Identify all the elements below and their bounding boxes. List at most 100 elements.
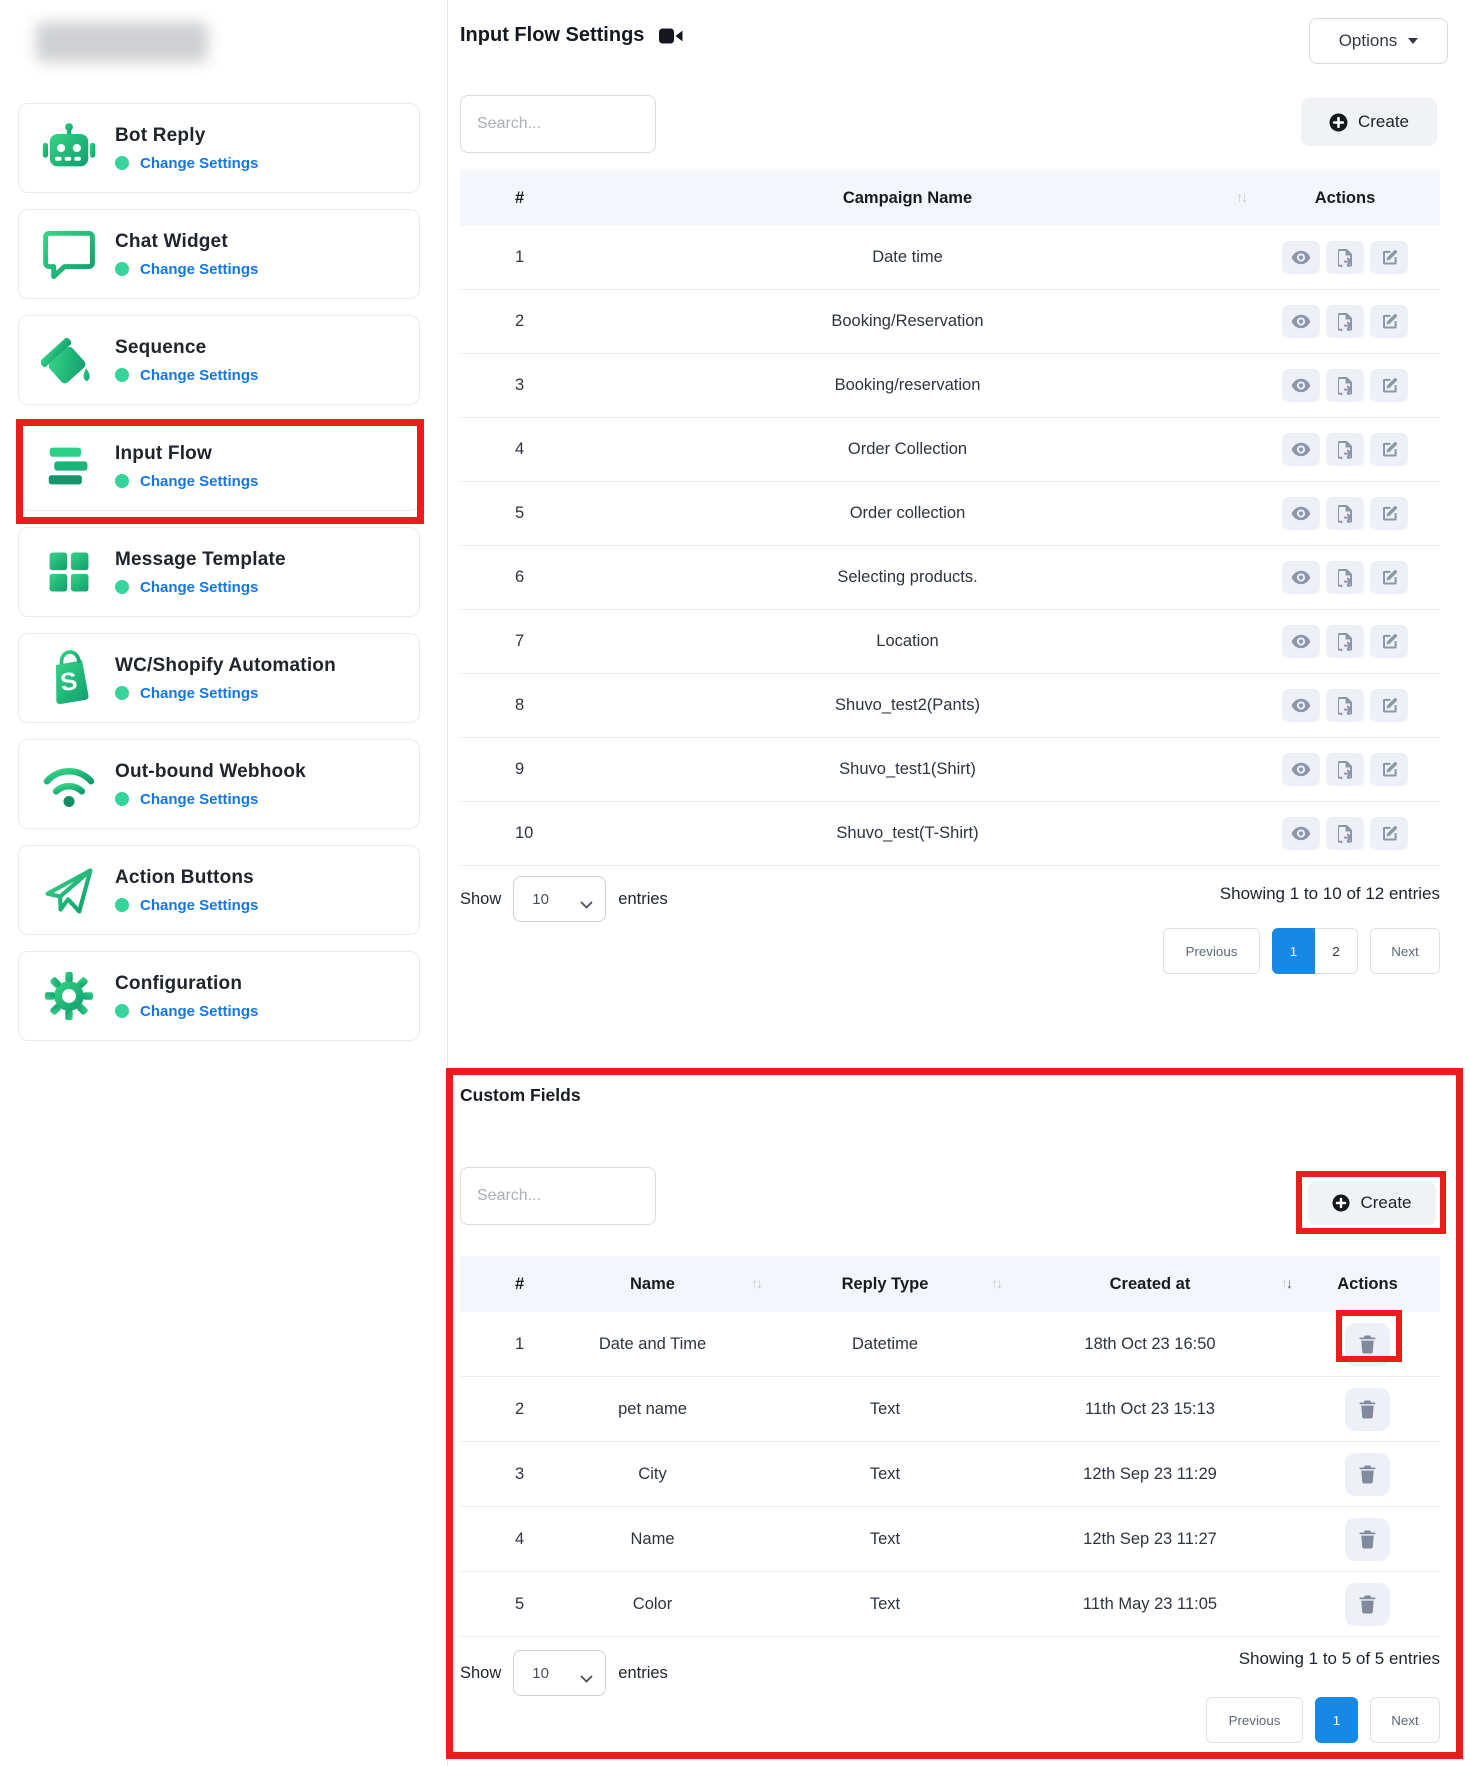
campaign-name: Shuvo_test1(Shirt) xyxy=(565,760,1250,779)
delete-button[interactable] xyxy=(1345,1583,1390,1626)
change-settings-link[interactable]: Change Settings xyxy=(140,791,258,808)
view-button[interactable] xyxy=(1282,305,1320,338)
edit-button[interactable] xyxy=(1370,305,1408,338)
sidebar-item-message-template[interactable]: Message Template Change Settings xyxy=(18,527,420,617)
export-icon xyxy=(1337,313,1354,331)
column-header-created-at[interactable]: Created at ↑↓ xyxy=(1005,1275,1295,1294)
sidebar-item-action-buttons[interactable]: Action Buttons Change Settings xyxy=(18,845,420,935)
export-button[interactable] xyxy=(1326,753,1364,786)
delete-button[interactable] xyxy=(1345,1323,1390,1366)
change-settings-link[interactable]: Change Settings xyxy=(140,1003,258,1020)
view-button[interactable] xyxy=(1282,433,1320,466)
row-number: 6 xyxy=(460,568,565,587)
row-number: 2 xyxy=(460,312,565,331)
table-row: 5 Order collection xyxy=(460,482,1440,546)
sidebar-item-sequence[interactable]: Sequence Change Settings xyxy=(18,315,420,405)
view-button[interactable] xyxy=(1282,817,1320,850)
edit-button[interactable] xyxy=(1370,497,1408,530)
shopify-icon: S xyxy=(39,650,99,706)
export-button[interactable] xyxy=(1326,305,1364,338)
delete-button[interactable] xyxy=(1345,1518,1390,1561)
change-settings-link[interactable]: Change Settings xyxy=(140,261,258,278)
edit-button[interactable] xyxy=(1370,433,1408,466)
table-row: 1 Date time xyxy=(460,226,1440,290)
delete-button[interactable] xyxy=(1345,1388,1390,1431)
edit-icon xyxy=(1381,249,1398,266)
custom-fields-create-button[interactable]: Create xyxy=(1308,1181,1436,1225)
row-number: 9 xyxy=(460,760,565,779)
change-settings-link[interactable]: Change Settings xyxy=(140,897,258,914)
view-button[interactable] xyxy=(1282,241,1320,274)
change-settings-link[interactable]: Change Settings xyxy=(140,473,258,490)
export-button[interactable] xyxy=(1326,241,1364,274)
edit-button[interactable] xyxy=(1370,561,1408,594)
export-button[interactable] xyxy=(1326,561,1364,594)
edit-button[interactable] xyxy=(1370,689,1408,722)
sort-icon[interactable]: ↑↓ xyxy=(1281,1275,1291,1291)
create-button[interactable]: Create xyxy=(1301,98,1437,146)
export-icon xyxy=(1337,825,1354,843)
view-button[interactable] xyxy=(1282,497,1320,530)
edit-button[interactable] xyxy=(1370,625,1408,658)
sidebar-item-bot-reply[interactable]: Bot Reply Change Settings xyxy=(18,103,420,193)
sort-icon[interactable]: ↑↓ xyxy=(1236,189,1246,205)
page-number-button[interactable]: 1 xyxy=(1315,1697,1358,1743)
sidebar-item-input-flow[interactable]: Input Flow Change Settings xyxy=(18,421,420,511)
page-number-button[interactable]: 1 xyxy=(1272,928,1315,974)
delete-button[interactable] xyxy=(1345,1453,1390,1496)
sidebar-item-out-bound-webhook[interactable]: Out-bound Webhook Change Settings xyxy=(18,739,420,829)
change-settings-link[interactable]: Change Settings xyxy=(140,155,258,172)
bot-icon xyxy=(39,122,99,174)
edit-button[interactable] xyxy=(1370,817,1408,850)
status-dot-icon xyxy=(115,1004,129,1018)
column-header-name[interactable]: Name ↑↓ xyxy=(540,1275,765,1294)
page-number-button[interactable]: 2 xyxy=(1315,928,1358,974)
next-page-button[interactable]: Next xyxy=(1370,1697,1440,1743)
export-button[interactable] xyxy=(1326,625,1364,658)
column-header-reply-type[interactable]: Reply Type ↑↓ xyxy=(765,1275,1005,1294)
search-input[interactable] xyxy=(460,95,656,153)
view-button[interactable] xyxy=(1282,753,1320,786)
sidebar-item-wc-shopify-automation[interactable]: S WC/Shopify Automation Change Settings xyxy=(18,633,420,723)
row-number: 3 xyxy=(460,376,565,395)
table-row: 8 Shuvo_test2(Pants) xyxy=(460,674,1440,738)
edit-button[interactable] xyxy=(1370,753,1408,786)
created-at: 11th May 23 11:05 xyxy=(1005,1595,1295,1614)
export-button[interactable] xyxy=(1326,817,1364,850)
sort-icon[interactable]: ↑↓ xyxy=(991,1275,1001,1291)
video-camera-icon[interactable] xyxy=(659,28,683,44)
view-button[interactable] xyxy=(1282,561,1320,594)
view-button[interactable] xyxy=(1282,689,1320,722)
sidebar-item-configuration[interactable]: Configuration Change Settings xyxy=(18,951,420,1041)
options-button[interactable]: Options xyxy=(1309,18,1448,64)
sort-icon[interactable]: ↑↓ xyxy=(751,1275,761,1291)
previous-page-button[interactable]: Previous xyxy=(1163,928,1260,974)
sidebar-item-label: WC/Shopify Automation xyxy=(115,655,336,677)
sidebar-item-chat-widget[interactable]: Chat Widget Change Settings xyxy=(18,209,420,299)
change-settings-link[interactable]: Change Settings xyxy=(140,685,258,702)
pagination: Previous 1 Next xyxy=(460,1697,1440,1743)
export-button[interactable] xyxy=(1326,497,1364,530)
status-dot-icon xyxy=(115,156,129,170)
export-button[interactable] xyxy=(1326,689,1364,722)
row-number: 2 xyxy=(460,1400,540,1419)
status-dot-icon xyxy=(115,898,129,912)
view-button[interactable] xyxy=(1282,625,1320,658)
view-button[interactable] xyxy=(1282,369,1320,402)
export-button[interactable] xyxy=(1326,433,1364,466)
status-dot-icon xyxy=(115,686,129,700)
edit-button[interactable] xyxy=(1370,369,1408,402)
column-header-campaign-name[interactable]: Campaign Name ↑↓ xyxy=(565,189,1250,208)
created-at: 12th Sep 23 11:29 xyxy=(1005,1465,1295,1484)
change-settings-link[interactable]: Change Settings xyxy=(140,367,258,384)
sidebar-item-label: Action Buttons xyxy=(115,867,258,889)
edit-button[interactable] xyxy=(1370,241,1408,274)
custom-fields-search-input[interactable] xyxy=(460,1167,656,1225)
change-settings-link[interactable]: Change Settings xyxy=(140,579,258,596)
entries-summary: Showing 1 to 10 of 12 entries xyxy=(460,884,1440,904)
export-button[interactable] xyxy=(1326,369,1364,402)
next-page-button[interactable]: Next xyxy=(1370,928,1440,974)
previous-page-button[interactable]: Previous xyxy=(1206,1697,1303,1743)
export-icon xyxy=(1337,633,1354,651)
view-icon xyxy=(1291,442,1311,457)
